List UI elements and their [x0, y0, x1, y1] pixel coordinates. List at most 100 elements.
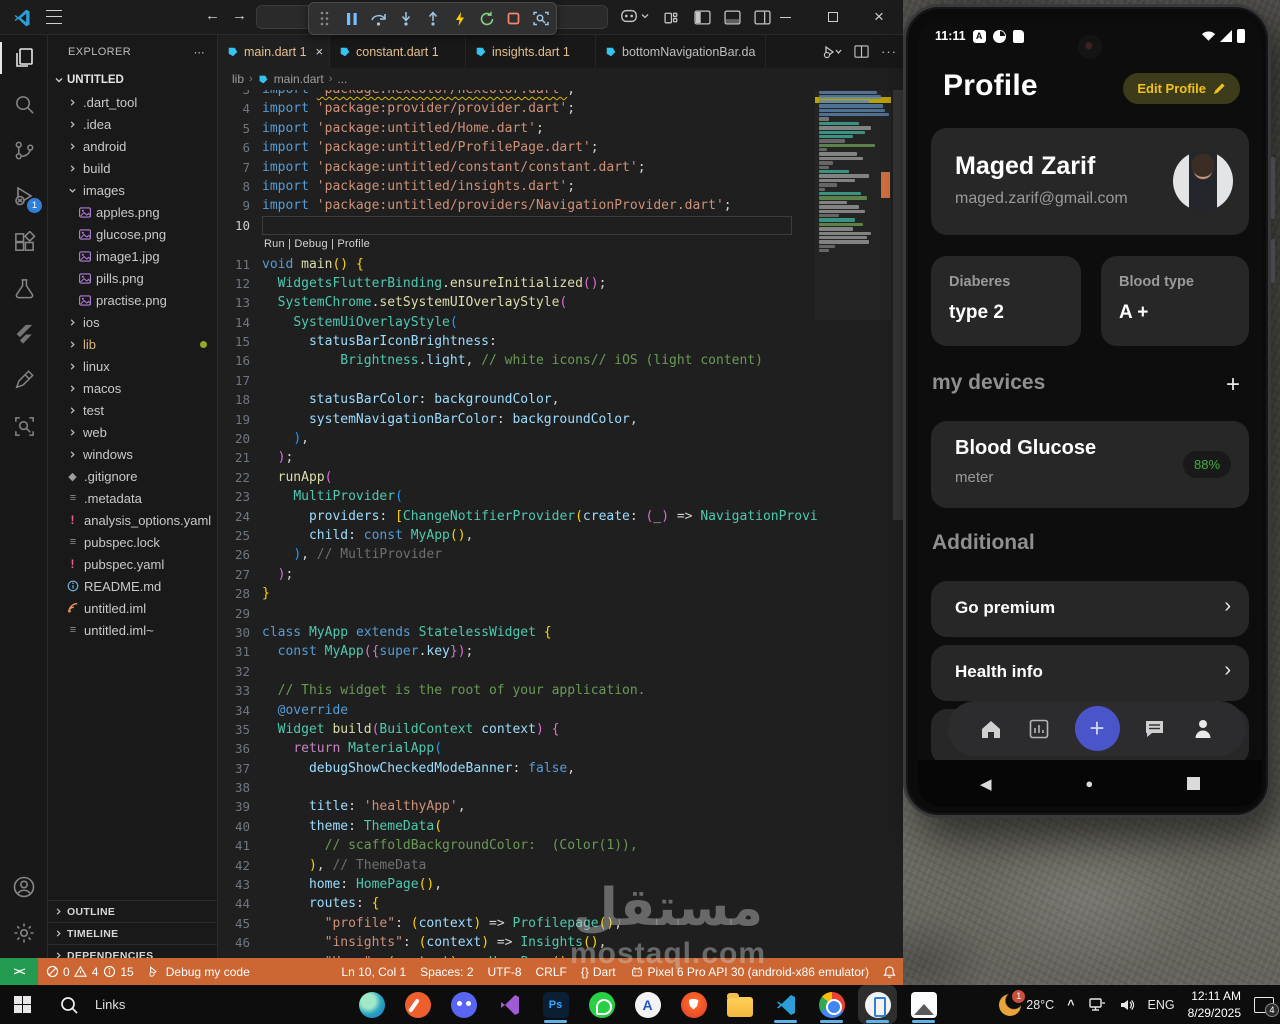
nav-home-icon[interactable]	[978, 719, 1004, 739]
close-button[interactable]: ×	[862, 0, 896, 34]
tree-folder-ios[interactable]: ios	[48, 311, 217, 333]
volume-button[interactable]	[1271, 157, 1275, 219]
workspace-root[interactable]: UNTITLED	[48, 69, 217, 91]
taskbar-chrome-icon[interactable]	[818, 991, 845, 1023]
stop-icon[interactable]	[505, 10, 522, 27]
android-home-button[interactable]: ●	[1085, 776, 1093, 791]
maximize-button[interactable]	[816, 0, 850, 34]
problems-indicator[interactable]: 0 4 15	[38, 958, 141, 985]
activitybar-flutter-outline-icon[interactable]	[0, 357, 48, 403]
nav-stats-icon[interactable]	[1026, 719, 1052, 739]
activitybar-testing-icon[interactable]	[0, 265, 48, 311]
indentation[interactable]: Spaces: 2	[413, 958, 480, 985]
toggle-sidebar-icon[interactable]	[694, 9, 711, 26]
copilot-button[interactable]	[620, 7, 649, 25]
tree-file-README.md[interactable]: README.md	[48, 575, 217, 597]
android-back-button[interactable]: ◀	[980, 775, 992, 793]
taskbar-discord-icon[interactable]	[450, 991, 477, 1018]
tree-folder-.dart_tool[interactable]: .dart_tool	[48, 91, 217, 113]
tab-constant.dart[interactable]: constant.dart 1	[330, 35, 466, 68]
tree-file-apples.png[interactable]: apples.png	[48, 201, 217, 223]
history-nav[interactable]: ←→	[205, 7, 259, 24]
weather-widget[interactable]: 1 28°C	[999, 989, 1054, 1016]
health-info-row[interactable]: Health info ›	[931, 645, 1249, 701]
tree-folder-lib[interactable]: lib	[48, 333, 217, 355]
tree-file-analysis_options.yaml[interactable]: ! analysis_options.yaml	[48, 509, 217, 531]
links-label[interactable]: Links	[95, 997, 125, 1012]
close-tab-icon[interactable]: ×	[316, 44, 324, 59]
activitybar-account-icon[interactable]	[0, 864, 48, 910]
pause-icon[interactable]	[343, 10, 360, 27]
tab-insights.dart[interactable]: insights.dart 1	[466, 35, 596, 68]
taskbar-a-app-icon[interactable]: A	[634, 991, 661, 1018]
explorer-more-icon[interactable]: ⋯	[194, 46, 205, 59]
tree-folder-.idea[interactable]: .idea	[48, 113, 217, 135]
taskbar-vscode-icon[interactable]	[772, 991, 799, 1023]
taskbar-pen-app-icon[interactable]	[404, 991, 431, 1018]
run-debug-dropdown-icon[interactable]	[822, 44, 842, 60]
hot-reload-icon[interactable]	[451, 10, 468, 27]
start-button[interactable]	[14, 996, 31, 1013]
breadcrumb[interactable]: lib › main.dart › ...	[218, 68, 903, 90]
taskbar-search[interactable]: Links	[59, 995, 125, 1015]
tree-file-practise.png[interactable]: practise.png	[48, 289, 217, 311]
tree-file-untitled.iml~[interactable]: ≡ untitled.iml~	[48, 619, 217, 641]
blood-type-card[interactable]: Blood type A +	[1101, 256, 1249, 346]
code-editor[interactable]: 3import 'package:hexcolor/hexcolor.dart'…	[218, 90, 903, 958]
tree-folder-macos[interactable]: macos	[48, 377, 217, 399]
activitybar-flutter-icon[interactable]	[0, 311, 48, 357]
step-into-icon[interactable]	[397, 10, 414, 27]
sidebar-section-timeline[interactable]: TIMELINE	[48, 922, 217, 944]
taskbar-photoshop-icon[interactable]: Ps	[542, 991, 569, 1023]
tree-folder-linux[interactable]: linux	[48, 355, 217, 377]
tree-file-pubspec.lock[interactable]: ≡ pubspec.lock	[48, 531, 217, 553]
tree-folder-build[interactable]: build	[48, 157, 217, 179]
tree-folder-android[interactable]: android	[48, 135, 217, 157]
minimap[interactable]	[815, 90, 891, 320]
menu-icon[interactable]	[46, 10, 62, 24]
sidebar-section-outline[interactable]: OUTLINE	[48, 900, 217, 922]
volume-icon[interactable]	[1119, 998, 1135, 1012]
debug-config[interactable]: Debug my code	[141, 958, 257, 985]
inspect-icon[interactable]	[532, 10, 549, 27]
taskbar-whatsapp-icon[interactable]	[588, 991, 615, 1018]
add-button[interactable]: +	[1074, 706, 1120, 751]
cursor-position[interactable]: Ln 10, Col 1	[334, 958, 413, 985]
tree-file-pills.png[interactable]: pills.png	[48, 267, 217, 289]
power-button[interactable]	[1271, 239, 1275, 283]
notifications-bell-icon[interactable]	[876, 958, 903, 985]
tree-folder-test[interactable]: test	[48, 399, 217, 421]
diabetes-card[interactable]: Diaberes type 2	[931, 256, 1081, 346]
hidden-icons-chevron[interactable]: ^	[1067, 998, 1074, 1012]
tree-file-untitled.iml[interactable]: untitled.iml	[48, 597, 217, 619]
more-actions-icon[interactable]: ···	[881, 44, 897, 59]
activitybar-extensions-icon[interactable]	[0, 219, 48, 265]
taskbar-edge-icon[interactable]	[358, 991, 385, 1018]
step-over-icon[interactable]	[370, 10, 387, 27]
hot-restart-icon[interactable]	[478, 10, 495, 27]
add-device-button[interactable]: +	[1226, 371, 1240, 399]
tree-file-.metadata[interactable]: ≡ .metadata	[48, 487, 217, 509]
profile-card[interactable]: Maged Zarif maged.zarif@gmail.com	[931, 128, 1249, 235]
activitybar-widget-inspector-icon[interactable]	[0, 403, 48, 449]
activitybar-explorer-icon[interactable]	[0, 35, 48, 81]
device-selector[interactable]: Pixel 6 Pro API 30 (android-x86 emulator…	[623, 958, 876, 985]
tree-folder-images[interactable]: images	[48, 179, 217, 201]
toggle-panel-icon[interactable]	[724, 9, 741, 26]
activitybar-settings-icon[interactable]	[0, 910, 48, 956]
step-out-icon[interactable]	[424, 10, 441, 27]
sidebar-section-dependencies[interactable]: DEPENDENCIES	[48, 944, 217, 958]
android-recents-button[interactable]	[1187, 777, 1200, 790]
minimize-button[interactable]	[768, 0, 802, 34]
activitybar-source-control-icon[interactable]	[0, 127, 48, 173]
eol-sequence[interactable]: CRLF	[529, 958, 574, 985]
taskbar-emulator-icon[interactable]	[858, 985, 897, 1024]
nav-person-icon[interactable]	[1190, 719, 1216, 738]
edit-profile-button[interactable]: Edit Profile	[1123, 73, 1240, 104]
notification-center[interactable]: 4	[1254, 996, 1279, 1017]
go-premium-row[interactable]: Go premium ›	[931, 581, 1249, 637]
tree-file-pubspec.yaml[interactable]: ! pubspec.yaml	[48, 553, 217, 575]
language-mode[interactable]: {} Dart	[574, 958, 623, 985]
remote-indicator[interactable]: ><	[0, 958, 38, 985]
editor-scrollbar[interactable]	[893, 90, 903, 520]
